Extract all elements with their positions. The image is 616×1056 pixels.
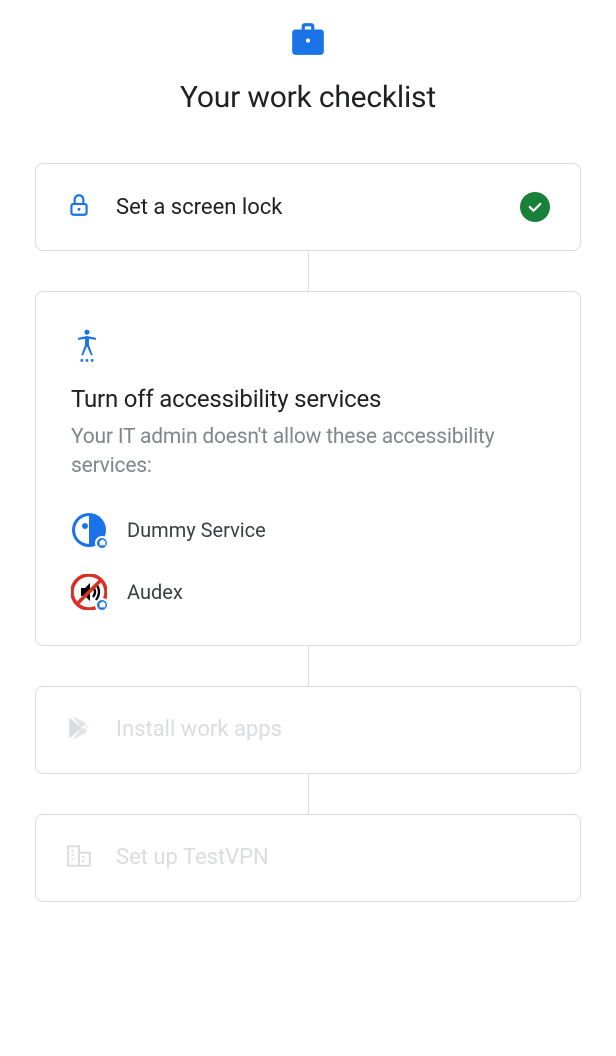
lock-icon: [66, 192, 92, 222]
connector-line: [308, 646, 309, 686]
checklist-item-screen-lock[interactable]: Set a screen lock: [35, 163, 581, 251]
play-store-icon: [66, 715, 92, 745]
checklist-item-subtitle: Your IT admin doesn't allow these access…: [71, 423, 545, 482]
check-complete-icon: [520, 192, 550, 222]
connector-line: [308, 251, 309, 291]
accessibility-icon: [71, 348, 103, 367]
service-name: Dummy Service: [127, 518, 266, 542]
checklist-item-label: Set up TestVPN: [116, 845, 550, 870]
checklist-item-accessibility[interactable]: Turn off accessibility services Your IT …: [35, 291, 581, 646]
service-row: Dummy Service: [71, 512, 545, 548]
checklist-item-label: Set a screen lock: [116, 195, 496, 220]
work-briefcase-icon: [35, 20, 581, 58]
work-badge-icon: [95, 536, 109, 550]
checklist-item-title: Turn off accessibility services: [71, 385, 545, 413]
dummy-service-icon: [71, 512, 107, 548]
checklist-item-setup-vpn[interactable]: Set up TestVPN: [35, 814, 581, 902]
domain-icon: [66, 843, 92, 873]
service-row: Audex: [71, 574, 545, 610]
service-name: Audex: [127, 580, 183, 604]
connector-line: [308, 774, 309, 814]
page-title: Your work checklist: [35, 80, 581, 115]
audex-icon: [71, 574, 107, 610]
work-badge-icon: [95, 598, 109, 612]
checklist-item-install-apps[interactable]: Install work apps: [35, 686, 581, 774]
checklist-item-label: Install work apps: [116, 717, 550, 742]
